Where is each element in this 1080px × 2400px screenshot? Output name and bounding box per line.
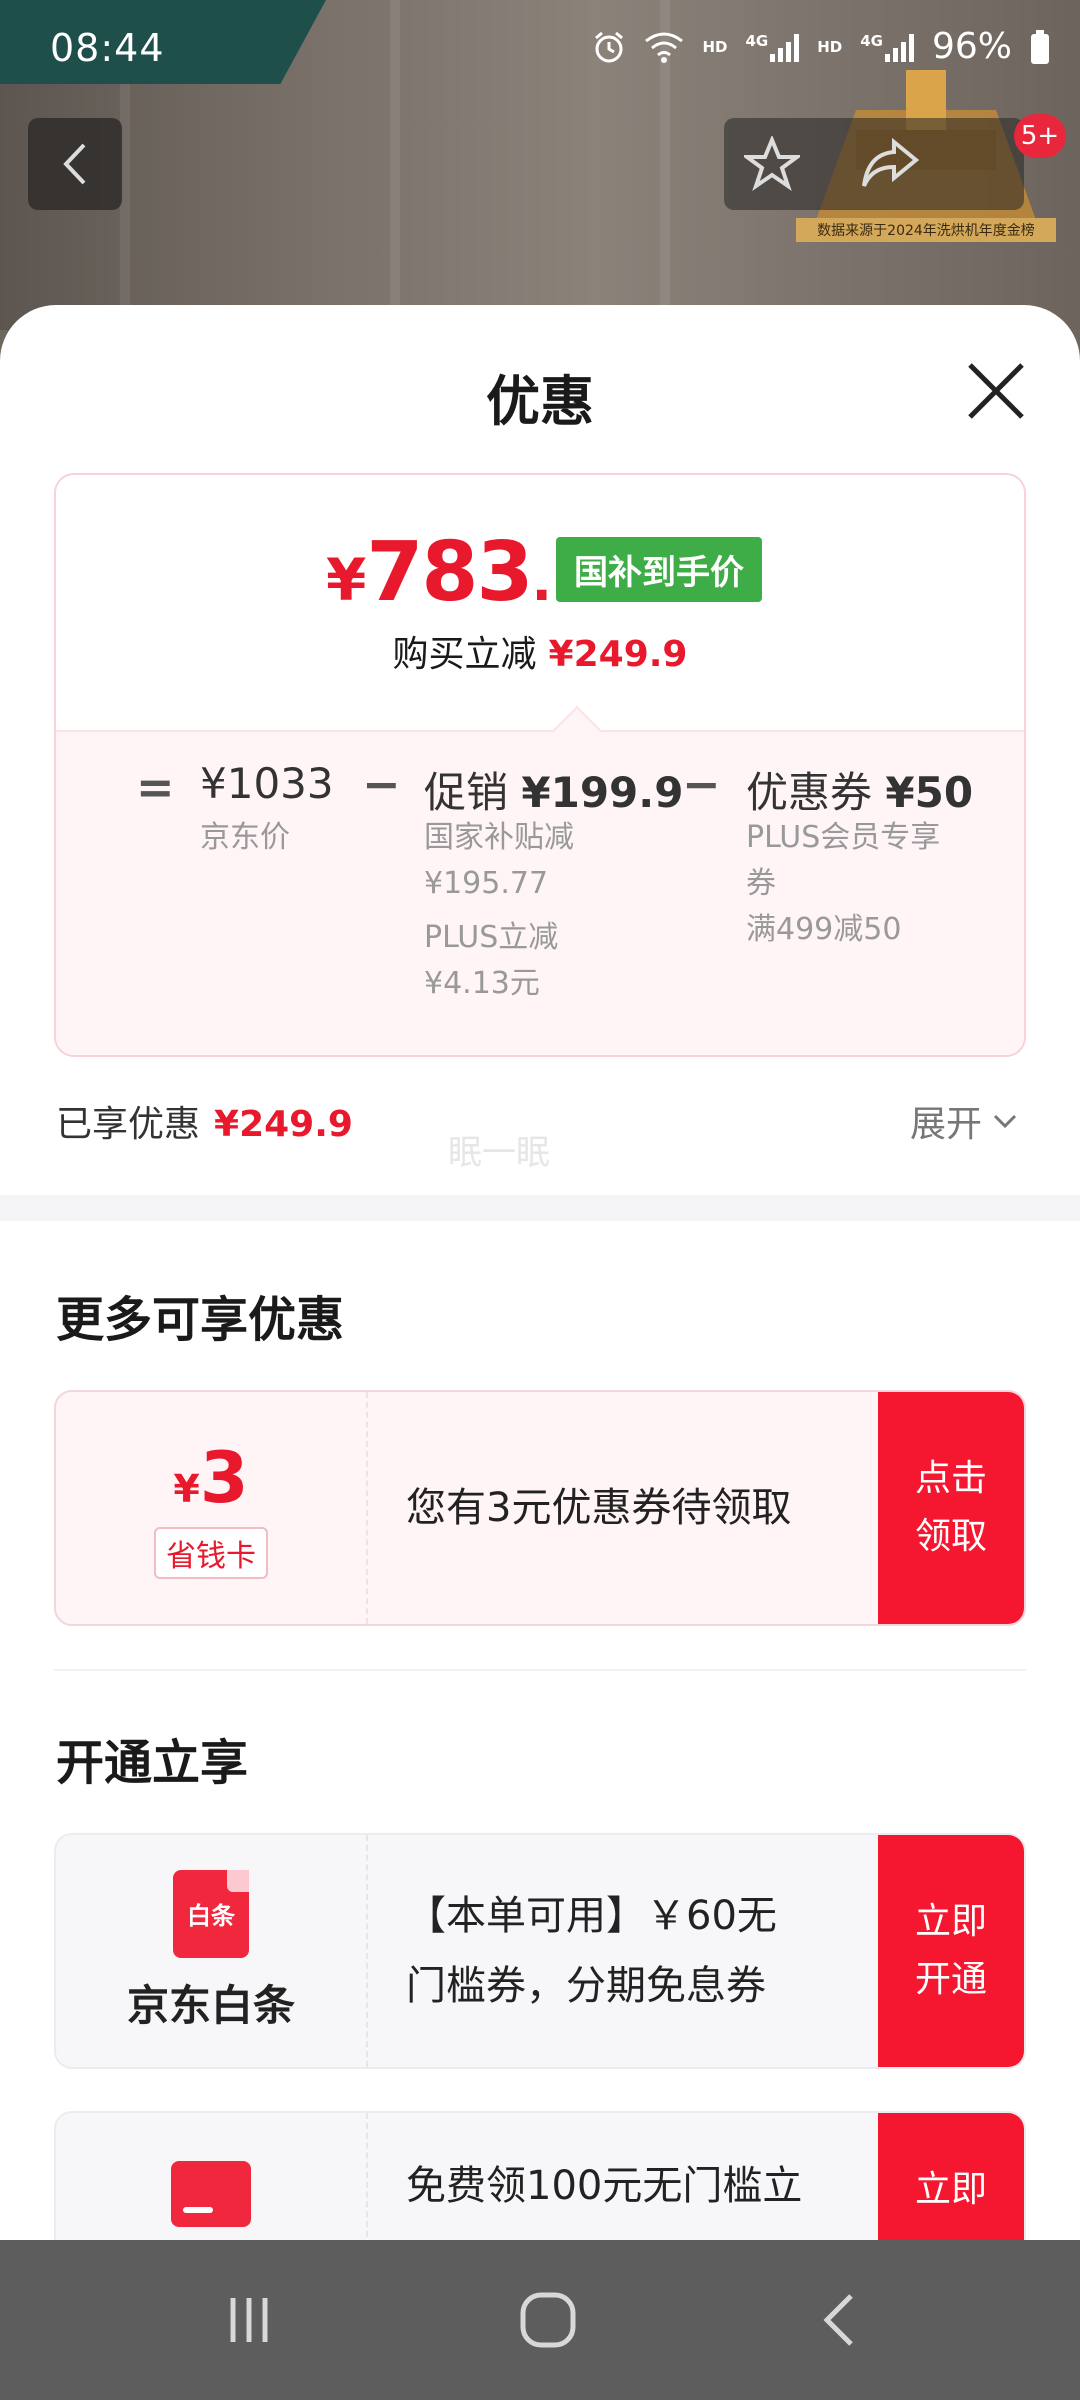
status-bar: HD 4G HD 4G 96% [592,26,1050,67]
chevron-down-icon [993,1114,1017,1129]
trophy-caption: 数据来源于2024年洗烘机年度金榜 [796,218,1056,242]
coupon-detail: PLUS会员专享 券 满499减50 [746,815,940,953]
nav-back-icon[interactable] [819,2290,859,2350]
signal-1: 4G [745,31,800,62]
system-nav-bar [0,2240,1080,2400]
promo-detail-label: PLUS立减 [424,920,559,955]
coupon-label: 优惠券 [746,768,873,817]
enjoyed-label: 已享优惠 [56,1104,201,1145]
reduce-value: ¥249.9 [548,634,688,675]
final-price: ¥ 783 .1 [326,525,590,620]
jd-price-label: 京东价 [200,820,290,855]
wifi-icon [645,32,684,63]
notification-badge: 5+ [1014,114,1066,158]
saving-card-tag: 省钱卡 [154,1527,268,1579]
price-breakdown-card: ¥ 783 .1 国补到手价 购买立减¥249.9 = ¥1033 京东价 − … [54,473,1026,1057]
currency-symbol: ¥ [326,546,367,614]
reduce-label: 购买立减 [392,634,537,675]
button-line: 点击 [914,1458,987,1499]
card-offer: 免费领100元无门槛立 立即 [54,2111,1026,2240]
amount: 3 [199,1437,249,1519]
icon-text: 白条 [187,1902,235,1930]
baitiao-offer: 白条 京东白条 【本单可用】￥60无 门槛券，分期免息券 立即 开通 [54,1833,1026,2069]
more-offers-title: 更多可享优惠 [56,1292,345,1348]
button-line: 开通 [914,1959,987,2000]
discount-sheet: 优惠 ¥ 783 .1 国补到手价 购买立减 ¥249.9 = ¥1033 京东价… [0,305,1080,2240]
purchase-reduction: 购买立减 ¥249.9 [56,625,1024,677]
button-line: 立即 [914,1901,987,1942]
price-integer: 783 [366,525,533,620]
promo-summary: 促销 ¥199.9 [424,759,683,820]
button-line: 领取 [914,1516,987,1557]
saving-card-value: ¥ 3 省钱卡 [56,1392,368,1624]
background-stripe [390,0,400,330]
hd-label: HD [702,37,728,56]
coupon-amount: ¥ 3 [173,1437,248,1519]
battery-percent: 96% [931,26,1012,67]
promo-label: 促销 [424,768,509,817]
baitiao-name: 京东白条 [126,1980,295,2030]
minus-sign: − [682,757,721,811]
alarm-icon [595,31,624,62]
offer-text: 【本单可用】￥60无 门槛券，分期免息券 [368,1835,878,2067]
currency-symbol: ¥ [173,1467,200,1511]
coupon-value: ¥50 [885,768,974,817]
open-now-button[interactable]: 立即 开通 [878,1835,1024,2067]
equals-sign: = [136,760,175,814]
hd-label: HD [817,37,843,56]
promo-detail-1: 国家补贴减 ¥195.77 [424,815,574,907]
saving-card-offer: ¥ 3 省钱卡 您有3元优惠券待领取 点击 领取 [54,1390,1026,1626]
coupon-detail-line: PLUS会员专享 [746,820,941,855]
watermark: 眠一眠 [448,1133,550,1173]
jd-price-value: ¥1033 [200,759,334,808]
battery-icon [1031,29,1049,64]
promo-detail-2: PLUS立减 ¥4.13元 [424,915,558,1007]
minus-sign: − [362,757,401,811]
sheet-title: 优惠 [486,370,594,433]
bank-card-icon [171,2161,251,2227]
enjoyed-discount: 已享优惠 ¥249.9 [56,1095,353,1147]
baitiao-brand: 白条 京东白条 [56,1835,368,2067]
network-type: 4G [745,31,769,50]
top-actions [724,118,1024,210]
promo-detail-label: 国家补贴减 [424,820,574,855]
back-icon [63,143,86,185]
recent-apps-icon[interactable] [221,2292,277,2348]
promo-value: ¥199.9 [521,768,684,817]
enjoyed-value: ¥249.9 [214,1104,353,1145]
share-icon[interactable] [860,138,920,190]
star-icon[interactable] [744,136,800,192]
offer-line: 门槛券，分期免息券 [406,1963,766,2009]
coupon-summary: 优惠券 ¥50 [746,759,973,820]
coupon-detail-line: 券 [746,866,776,901]
button-line: 立即 [914,2169,987,2210]
coupon-detail-line: 满499减50 [746,912,902,947]
open-now-button[interactable]: 立即 [878,2113,1024,2240]
back-button[interactable] [28,118,122,210]
baitiao-icon: 白条 [173,1869,249,1958]
signal-bars-icon [884,32,914,62]
subsidy-price-tag: 国补到手价 [556,537,762,602]
offer-line: 【本单可用】￥60无 [406,1893,777,1939]
promo-detail-value: ¥4.13元 [424,966,540,1001]
offer-line: 免费领100元无门槛立 [406,2163,803,2209]
section-divider [0,1195,1080,1221]
expand-label: 展开 [910,1104,983,1145]
status-time: 08:44 [50,26,165,70]
card-brand [56,2113,368,2240]
promo-detail-value: ¥195.77 [424,866,549,901]
close-icon[interactable] [962,357,1030,425]
network-type: 4G [860,31,883,50]
separator [54,1669,1026,1671]
open-to-enjoy-title: 开通立享 [56,1735,249,1791]
claim-button[interactable]: 点击 领取 [878,1392,1024,1624]
expand-button[interactable]: 展开 [910,1095,1018,1147]
signal-bars-icon [770,32,800,62]
offer-text: 免费领100元无门槛立 [368,2113,878,2240]
home-icon[interactable] [518,2290,578,2350]
signal-2: 4G [860,32,914,62]
offer-text: 您有3元优惠券待领取 [406,1485,792,1531]
